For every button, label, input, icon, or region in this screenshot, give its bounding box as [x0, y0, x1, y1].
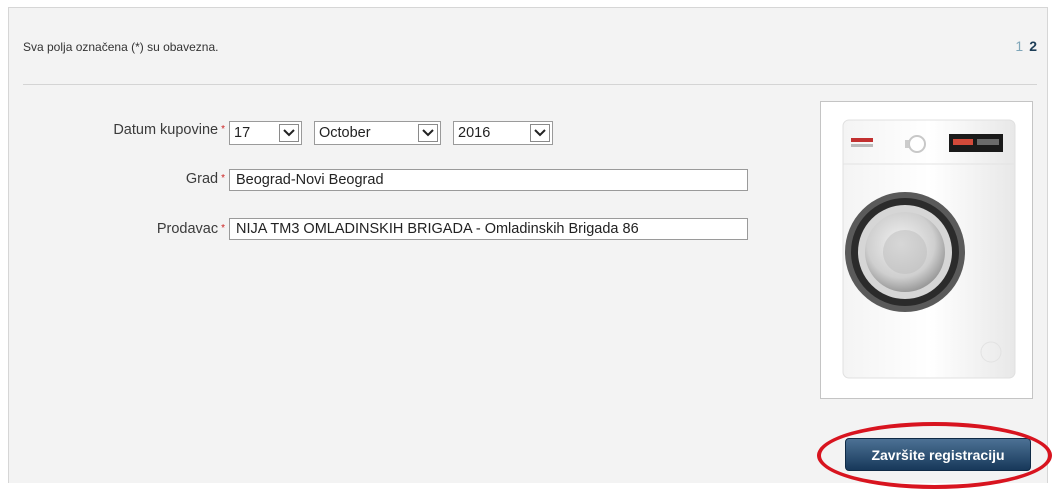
- chevron-down-icon[interactable]: [279, 124, 299, 142]
- seller-input[interactable]: NIJA TM3 OMLADINSKIH BRIGADA - Omladinsk…: [229, 218, 748, 240]
- chevron-down-icon[interactable]: [418, 124, 438, 142]
- year-value: 2016: [458, 125, 491, 141]
- required-marker: *: [221, 223, 225, 234]
- required-marker: *: [221, 124, 225, 135]
- required-marker: *: [221, 173, 225, 184]
- finish-registration-button[interactable]: Završite registraciju: [845, 438, 1031, 471]
- seller-label: Prodavac *: [157, 221, 225, 237]
- header-divider: [23, 84, 1037, 85]
- step-pager: 12: [1015, 38, 1037, 54]
- month-value: October: [319, 125, 371, 141]
- day-value: 17: [234, 125, 251, 141]
- day-select[interactable]: 17: [229, 121, 302, 145]
- page-1-link[interactable]: 1: [1015, 38, 1023, 54]
- purchase-date-label: Datum kupovine *: [113, 122, 225, 138]
- purchase-date-label-text: Datum kupovine: [113, 122, 219, 138]
- product-image-frame: [820, 101, 1033, 399]
- seller-label-text: Prodavac: [156, 221, 219, 237]
- month-select[interactable]: October: [314, 121, 441, 145]
- required-fields-note: Sva polja označena (*) su obavezna.: [23, 40, 219, 54]
- washing-machine-icon: [842, 119, 1016, 379]
- city-input[interactable]: Beograd-Novi Beograd: [229, 169, 748, 191]
- city-label-text: Grad: [185, 171, 219, 187]
- registration-panel: Sva polja označena (*) su obavezna. 12 D…: [8, 7, 1052, 489]
- page-2-current: 2: [1029, 38, 1037, 54]
- city-label: Grad *: [186, 171, 225, 187]
- chevron-down-icon[interactable]: [530, 124, 550, 142]
- year-select[interactable]: 2016: [453, 121, 553, 145]
